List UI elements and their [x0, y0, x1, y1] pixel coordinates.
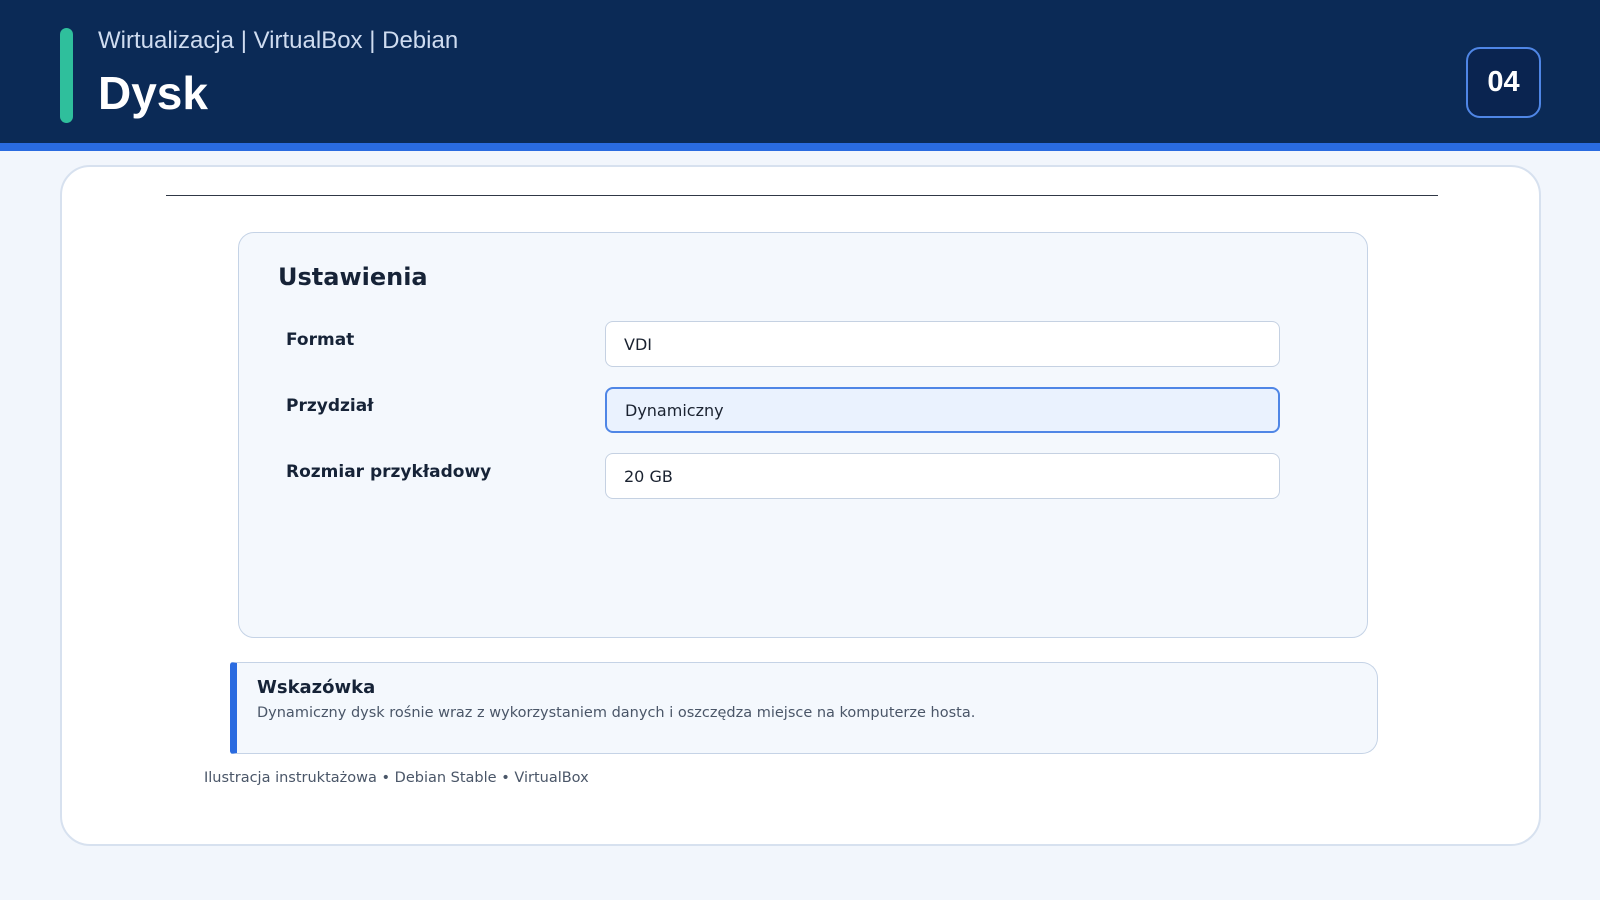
allocation-field[interactable]: Dynamiczny [605, 387, 1280, 433]
allocation-label: Przydział [286, 396, 374, 416]
divider [166, 195, 1438, 196]
header-stripe [0, 143, 1600, 151]
accent-bar [60, 28, 73, 123]
size-label: Rozmiar przykładowy [286, 462, 492, 482]
settings-title: Ustawienia [278, 263, 428, 291]
slide-number-badge: 04 [1466, 47, 1541, 118]
page-title: Dysk [98, 67, 208, 119]
footer-note: Ilustracja instruktażowa • Debian Stable… [204, 770, 589, 786]
main-card: Ustawienia Format VDI Przydział Dynamicz… [60, 165, 1541, 846]
tip-text: Dynamiczny dysk rośnie wraz z wykorzysta… [257, 705, 976, 721]
format-field[interactable]: VDI [605, 321, 1280, 367]
header-bar [0, 0, 1600, 143]
tip-box: Wskazówka Dynamiczny dysk rośnie wraz z … [230, 662, 1378, 754]
settings-panel: Ustawienia Format VDI Przydział Dynamicz… [238, 232, 1368, 638]
format-label: Format [286, 330, 355, 350]
tip-title: Wskazówka [257, 677, 376, 698]
size-field[interactable]: 20 GB [605, 453, 1280, 499]
breadcrumb: Wirtualizacja | VirtualBox | Debian [98, 27, 459, 54]
